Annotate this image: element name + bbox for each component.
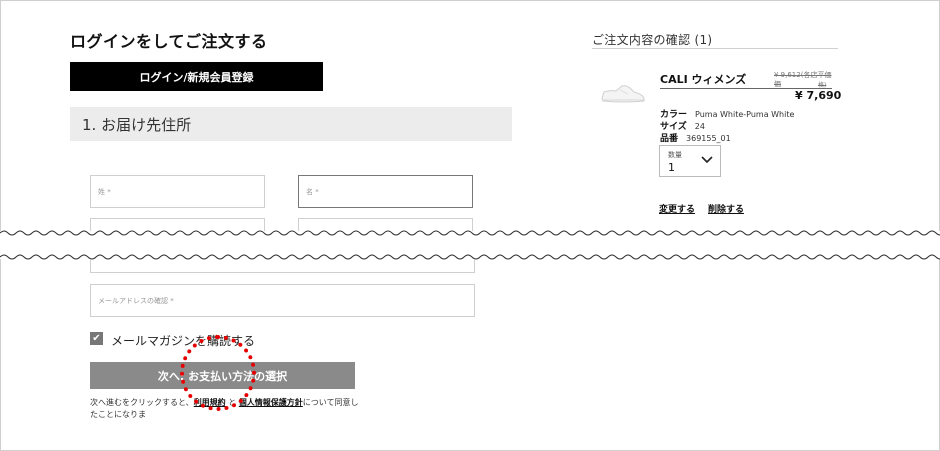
- quantity-label: 数量: [668, 151, 682, 159]
- cut-field-bottom[interactable]: [90, 260, 475, 273]
- agreement-text: 次へ進むをクリックすると、利用規約 と 個人情報保護方針について同意したことにな…: [90, 397, 360, 421]
- delete-link[interactable]: 削除する: [708, 202, 744, 215]
- spec-label: 品番: [660, 134, 679, 144]
- spec-value: 24: [694, 122, 705, 131]
- spec-value: Puma White-Puma White: [695, 110, 795, 119]
- section-heading: 1. お届け先住所: [82, 115, 192, 134]
- terms-link[interactable]: 利用規約: [194, 398, 226, 407]
- page-title: ログインをしてご注文する: [70, 32, 268, 51]
- sale-price: ¥ 7,690: [795, 89, 842, 102]
- email-confirm-field[interactable]: メールアドレスの確認 *: [90, 284, 475, 317]
- spec-value: 369155_01: [686, 134, 731, 143]
- change-link[interactable]: 変更する: [659, 202, 695, 215]
- product-image: [601, 85, 645, 103]
- quantity-value: 1: [668, 161, 675, 174]
- login-register-button[interactable]: ログイン/新規会員登録: [70, 62, 323, 91]
- quantity-select[interactable]: 数量 1: [659, 145, 721, 177]
- checkmark-icon: ✔: [92, 333, 101, 344]
- privacy-policy-link[interactable]: 個人情報保護方針: [239, 398, 303, 407]
- newsletter-checkbox[interactable]: ✔: [90, 332, 103, 345]
- summary-divider: [592, 48, 838, 49]
- agreement-prefix: 次へ進むをクリックすると、: [90, 398, 194, 407]
- agreement-conjunction: と: [225, 398, 239, 407]
- product-name[interactable]: CALI ウィメンズ: [660, 71, 746, 87]
- first-name-field[interactable]: 名 *: [298, 175, 473, 208]
- chevron-down-icon: [701, 156, 713, 164]
- section-header-shipping-address: 1. お届け先住所: [70, 107, 512, 141]
- spec-sku: 品番 369155_01: [660, 131, 731, 144]
- next-payment-button[interactable]: 次へ: お支払い方法の選択: [90, 362, 355, 389]
- last-name-field[interactable]: 姓 *: [90, 175, 265, 208]
- order-summary-title: ご注文内容の確認 (1): [592, 33, 713, 47]
- newsletter-label: メールマガジンを購読する: [111, 334, 256, 348]
